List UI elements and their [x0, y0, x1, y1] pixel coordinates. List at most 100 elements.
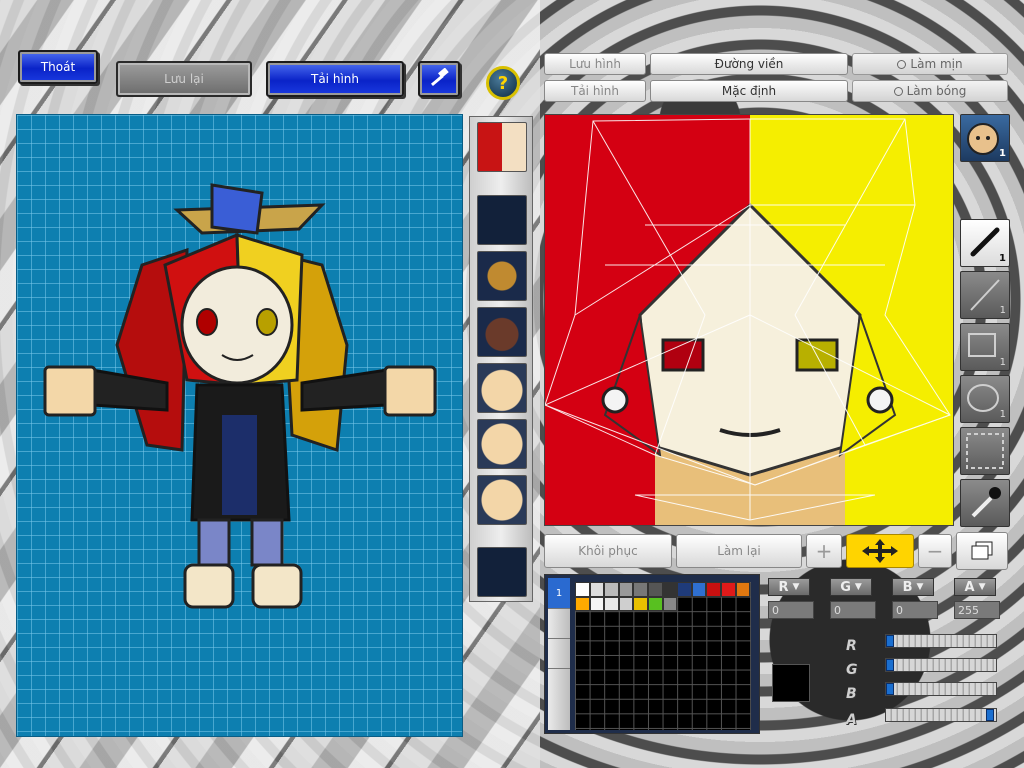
selection-icon — [966, 433, 1004, 469]
outline-button[interactable]: Đường viền — [650, 53, 848, 75]
hammer-button[interactable] — [418, 61, 460, 97]
outline-label: Đường viền — [714, 57, 784, 71]
palette-swatch[interactable] — [647, 582, 663, 597]
blue-channel-letter: B — [902, 579, 913, 595]
blue-value-field[interactable]: 0 — [892, 601, 938, 619]
move-button[interactable] — [846, 534, 914, 568]
reload-button[interactable]: Tải hình — [266, 61, 404, 97]
parts-slot-column — [469, 116, 533, 602]
pen-tool[interactable]: 1 — [960, 219, 1010, 267]
smooth-option[interactable]: Làm mịn — [852, 53, 1008, 75]
blue-slider-knob[interactable] — [886, 683, 894, 695]
palette-swatch[interactable] — [589, 582, 605, 597]
palette-swatch[interactable] — [691, 582, 707, 597]
alpha-slider-knob[interactable] — [986, 709, 994, 721]
slot-empty-1[interactable] — [477, 195, 527, 245]
green-slider-knob[interactable] — [886, 659, 894, 671]
save-image-button[interactable]: Lưu hình — [544, 53, 646, 75]
slot-skin-2[interactable] — [477, 475, 527, 525]
alpha-channel: A ▼ 255 — [954, 578, 1000, 622]
eyedropper-icon — [971, 487, 1001, 518]
slot-empty-2[interactable] — [477, 547, 527, 597]
ellipse-tool[interactable]: 1 — [960, 375, 1010, 423]
green-slider-label: G — [846, 662, 858, 678]
line-count: 1 — [999, 305, 1006, 316]
green-channel-letter: G — [840, 579, 851, 595]
layer-button[interactable] — [956, 532, 1008, 570]
palette-tab-4[interactable] — [548, 668, 570, 698]
alpha-slider[interactable] — [885, 708, 997, 722]
palette-tab-3[interactable] — [548, 638, 570, 668]
slot-face[interactable] — [477, 363, 527, 413]
help-button[interactable]: ? — [486, 66, 520, 100]
palette-swatch[interactable] — [575, 596, 590, 612]
plus-icon: + — [815, 539, 833, 563]
green-channel-tag[interactable]: G ▼ — [830, 578, 872, 596]
red-slider-knob[interactable] — [886, 635, 894, 647]
redo-label: Làm lại — [717, 544, 761, 558]
zoom-out-button[interactable]: − — [918, 534, 952, 568]
slot-face-portrait[interactable] — [477, 122, 527, 172]
palette-swatch[interactable] — [604, 582, 619, 597]
palette-tab-label: 1 — [555, 587, 563, 599]
character-model — [43, 183, 437, 609]
smooth-label: Làm mịn — [910, 57, 963, 71]
palette-swatch[interactable] — [618, 596, 634, 612]
move-arrows-icon — [862, 539, 898, 563]
blue-channel-tag[interactable]: B ▼ — [892, 578, 934, 596]
palette-grid[interactable] — [575, 582, 751, 730]
selected-color-swatch — [772, 664, 810, 702]
selection-tool[interactable] — [960, 427, 1010, 475]
face-preview-tool[interactable]: 1 — [960, 114, 1010, 162]
red-channel: R ▼ 0 — [768, 578, 814, 622]
red-channel-tag[interactable]: R ▼ — [768, 578, 810, 596]
palette-swatch[interactable] — [647, 596, 663, 612]
blue-slider[interactable] — [885, 682, 997, 696]
character-preview[interactable] — [16, 114, 463, 737]
palette-swatch[interactable] — [633, 582, 648, 597]
redo-button[interactable]: Làm lại — [676, 534, 802, 568]
palette-tab-1[interactable]: 1 — [548, 578, 570, 608]
palette-swatch[interactable] — [604, 596, 619, 612]
eyedropper-tool[interactable] — [960, 479, 1010, 527]
slot-body[interactable] — [477, 307, 527, 357]
slot-skin-1[interactable] — [477, 419, 527, 469]
palette-swatch[interactable] — [662, 582, 678, 597]
palette-swatch[interactable] — [618, 582, 634, 597]
save-image-label: Lưu hình — [569, 57, 621, 71]
blue-channel: B ▼ 0 — [892, 578, 938, 622]
green-slider[interactable] — [885, 658, 997, 672]
green-channel: G ▼ 0 — [830, 578, 876, 622]
palette-swatch[interactable] — [735, 582, 751, 597]
line-tool[interactable]: 1 — [960, 271, 1010, 319]
reload-label: Tải hình — [311, 72, 359, 86]
red-slider[interactable] — [885, 634, 997, 648]
red-value-field[interactable]: 0 — [768, 601, 814, 619]
slot-hat[interactable] — [477, 251, 527, 301]
alpha-channel-tag[interactable]: A ▼ — [954, 578, 996, 596]
load-image-button[interactable]: Tải hình — [544, 80, 646, 102]
palette-tab-2[interactable] — [548, 608, 570, 638]
save-button[interactable]: Lưu lại — [116, 61, 252, 97]
gloss-option[interactable]: Làm bóng — [852, 80, 1008, 102]
palette-swatch[interactable] — [589, 596, 605, 612]
texture-canvas[interactable] — [544, 114, 954, 526]
rectangle-tool[interactable]: 1 — [960, 323, 1010, 371]
save-label: Lưu lại — [164, 72, 204, 86]
palette-swatch[interactable] — [677, 582, 692, 597]
palette-swatch[interactable] — [706, 582, 721, 597]
red-slider-label: R — [846, 638, 857, 654]
default-button[interactable]: Mặc định — [650, 80, 848, 102]
palette-swatch[interactable] — [633, 596, 648, 612]
hammer-icon — [430, 68, 449, 87]
palette-swatch[interactable] — [720, 582, 736, 597]
palette-swatch[interactable] — [575, 582, 590, 597]
palette-swatch[interactable] — [662, 596, 678, 612]
load-image-label: Tải hình — [571, 84, 619, 98]
exit-button[interactable]: Thoát — [18, 50, 98, 84]
restore-button[interactable]: Khôi phục — [544, 534, 672, 568]
zoom-in-button[interactable]: + — [806, 534, 842, 568]
minus-icon: − — [926, 539, 944, 563]
green-value-field[interactable]: 0 — [830, 601, 876, 619]
alpha-value-field[interactable]: 255 — [954, 601, 1000, 619]
